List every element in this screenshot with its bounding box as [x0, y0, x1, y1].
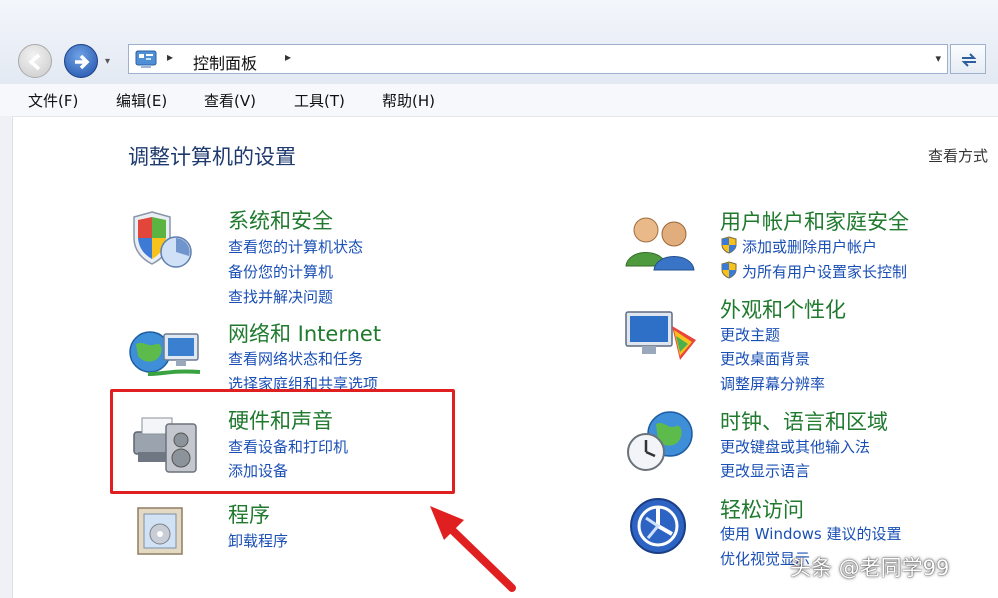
left-edge [0, 116, 13, 598]
link-view-network-status[interactable]: 查看网络状态和任务 [228, 348, 363, 369]
link-parental-controls[interactable]: 为所有用户设置家长控制 [742, 261, 907, 282]
shield-icon [133, 211, 192, 268]
clock-globe-icon [627, 411, 693, 471]
back-button[interactable] [18, 44, 52, 78]
uac-shield-icon [721, 236, 737, 254]
address-box[interactable]: ▸ 控制面板 ▸ ▾ [128, 44, 948, 74]
category-system-security[interactable]: 系统和安全 [228, 205, 333, 235]
category-appearance[interactable]: 外观和个性化 [720, 294, 846, 324]
watermark: 头条 @老同学99 [790, 556, 950, 580]
page-title: 调整计算机的设置 [128, 145, 296, 169]
control-panel-icon [135, 50, 157, 68]
menu-bar: 文件(F) 编辑(E) 查看(V) 工具(T) 帮助(H) [0, 84, 998, 117]
category-user-accounts[interactable]: 用户帐户和家庭安全 [720, 206, 909, 236]
menu-view[interactable]: 查看(V) [204, 90, 256, 111]
link-windows-recommended-settings[interactable]: 使用 Windows 建议的设置 [720, 523, 902, 544]
back-arrow-icon [28, 53, 41, 71]
uac-shield-icon [721, 261, 737, 279]
refresh-icon [961, 53, 977, 67]
forward-arrow-icon [75, 54, 90, 70]
ease-of-access-icon [630, 498, 686, 554]
breadcrumb-control-panel[interactable]: 控制面板 [193, 50, 257, 74]
breadcrumb-separator[interactable]: ▸ [167, 50, 173, 64]
category-clock-language-region[interactable]: 时钟、语言和区域 [720, 406, 888, 436]
programs-box-icon [137, 507, 183, 555]
address-dropdown[interactable]: ▾ [935, 52, 941, 65]
link-backup-computer[interactable]: 备份您的计算机 [228, 261, 333, 282]
highlight-box [110, 389, 455, 494]
menu-file[interactable]: 文件(F) [28, 90, 78, 111]
menu-edit[interactable]: 编辑(E) [116, 90, 167, 111]
refresh-button[interactable] [950, 44, 986, 74]
breadcrumb-separator-end[interactable]: ▸ [285, 50, 291, 64]
navigation-bar: ▾ ▸ 控制面板 ▸ ▾ [0, 0, 998, 85]
view-by-label: 查看方式 [928, 147, 989, 165]
link-find-fix-problems[interactable]: 查找并解决问题 [228, 286, 333, 307]
network-globe-icon [129, 331, 201, 376]
category-ease-of-access[interactable]: 轻松访问 [720, 494, 804, 524]
users-icon [625, 217, 695, 271]
menu-tools[interactable]: 工具(T) [294, 90, 345, 111]
red-arrow-icon [430, 506, 516, 592]
link-adjust-resolution[interactable]: 调整屏幕分辨率 [720, 373, 825, 394]
link-view-computer-status[interactable]: 查看您的计算机状态 [228, 236, 363, 257]
recent-pages-dropdown[interactable]: ▾ [105, 56, 110, 67]
forward-button[interactable] [64, 44, 98, 78]
link-change-theme[interactable]: 更改主题 [720, 324, 780, 345]
link-change-display-language[interactable]: 更改显示语言 [720, 460, 810, 481]
link-uninstall-program[interactable]: 卸载程序 [228, 530, 288, 551]
link-change-desktop-background[interactable]: 更改桌面背景 [720, 348, 810, 369]
control-panel-window: ▾ ▸ 控制面板 ▸ ▾ 文件(F) 编辑(E) 查看(V) 工具(T) 帮助(… [0, 0, 998, 598]
menu-help[interactable]: 帮助(H) [382, 90, 435, 111]
category-programs[interactable]: 程序 [228, 499, 270, 529]
link-change-keyboards[interactable]: 更改键盘或其他输入法 [720, 436, 870, 457]
monitor-palette-icon [625, 311, 696, 360]
link-add-remove-accounts[interactable]: 添加或删除用户帐户 [742, 236, 877, 257]
category-network-internet[interactable]: 网络和 Internet [228, 318, 381, 348]
